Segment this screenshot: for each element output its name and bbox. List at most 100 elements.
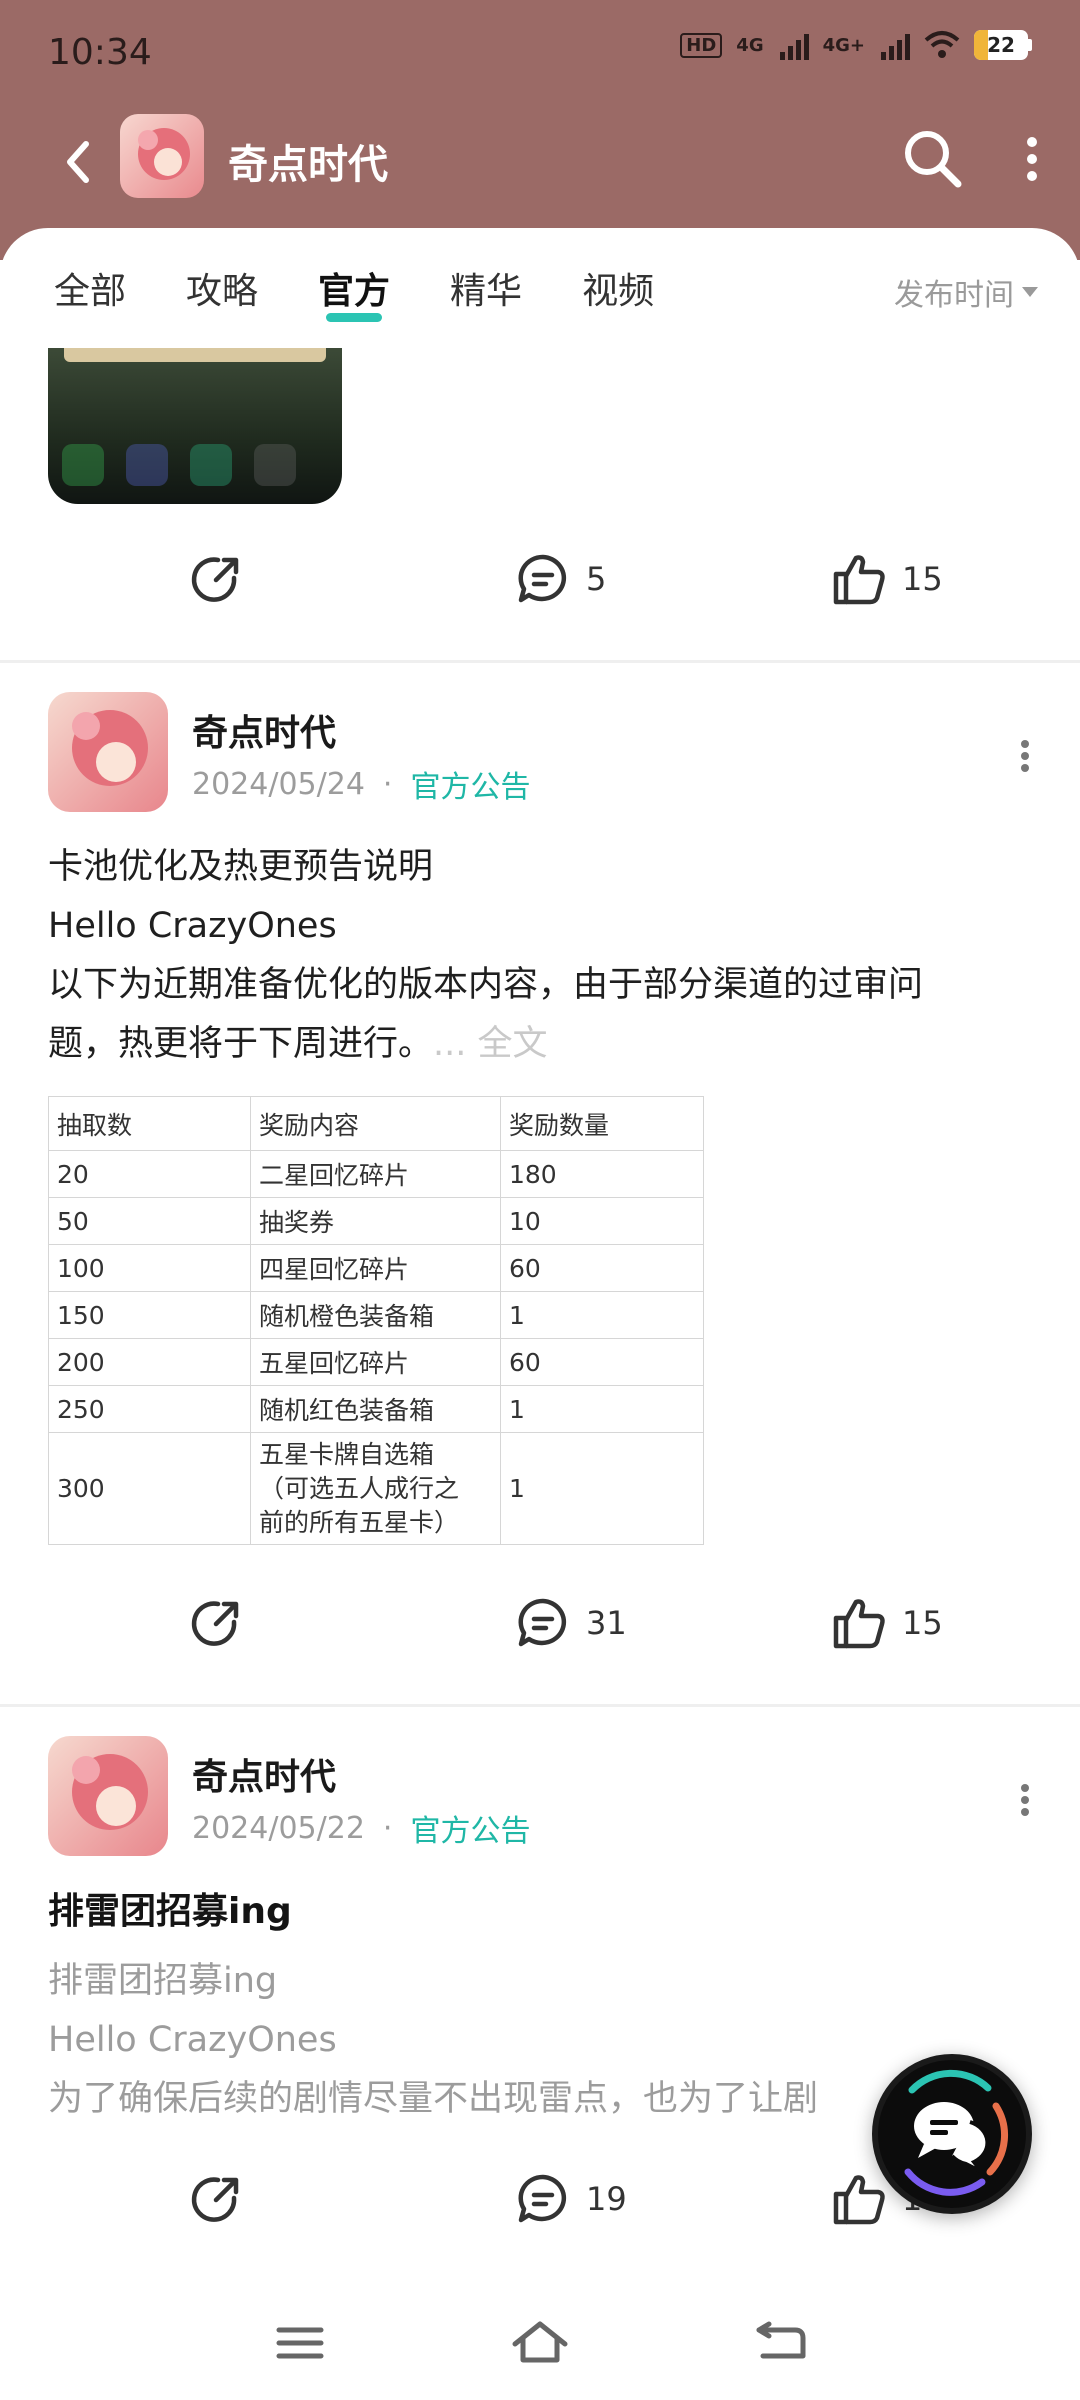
- system-navigation-bar: [0, 2288, 1080, 2400]
- post-line-text: 题，热更将于下周进行。: [48, 1024, 434, 1064]
- status-time: 10:34: [48, 32, 152, 73]
- table-cell: 五星卡牌自选箱 （可选五人成行之 前的所有五星卡）: [250, 1432, 501, 1545]
- share-button[interactable]: [188, 1594, 246, 1652]
- floating-chat-button[interactable]: [872, 2054, 1032, 2214]
- tab-bar: 全部 攻略 官方 精华 视频 发布时间: [0, 228, 1080, 348]
- post-date: 2024/05/22: [192, 1810, 365, 1846]
- post-meta: 2024/05/24 · 官方公告: [192, 762, 530, 806]
- back-icon[interactable]: [745, 2308, 815, 2378]
- more-vertical-icon[interactable]: [1018, 736, 1032, 776]
- table-row: 100 四星回忆碎片 60: [48, 1244, 704, 1292]
- signal-icon-1: [779, 30, 809, 60]
- table-row: 300 五星卡牌自选箱 （可选五人成行之 前的所有五星卡） 1: [48, 1432, 704, 1545]
- post-line: 卡池优化及热更预告说明: [48, 847, 434, 887]
- chat-bubble-icon: [904, 2069, 1009, 2196]
- signal-icon-2: [881, 30, 910, 60]
- tab-all[interactable]: 全部: [54, 262, 126, 314]
- table-cell: 五星回忆碎片: [250, 1338, 501, 1386]
- home-icon[interactable]: [505, 2308, 575, 2378]
- post-title: 排雷团招募ing: [48, 1891, 292, 1932]
- tabs-list: 全部 攻略 官方 精华 视频: [54, 262, 714, 322]
- comment-button[interactable]: 5: [514, 550, 606, 608]
- post-actions: 5 15: [0, 550, 1080, 620]
- meta-separator: ·: [382, 766, 393, 802]
- comment-icon: [518, 554, 567, 603]
- like-button[interactable]: 15: [830, 1594, 943, 1652]
- like-button[interactable]: 15: [830, 550, 943, 608]
- author-name[interactable]: 奇点时代: [192, 704, 336, 756]
- post-line: 排雷团招募ing: [48, 1961, 278, 2001]
- table-row: 250 随机红色装备箱 1: [48, 1385, 704, 1433]
- table-cell: 300: [48, 1432, 251, 1545]
- post-feed[interactable]: 5 15 奇点时代 2024/05/24 · 官方公告 卡池优化及热更预告说明 …: [0, 348, 1080, 2288]
- app-header-background: 10:34 HD 4G 4G+ 22 奇点时代: [0, 0, 1080, 260]
- table-cell: 1: [500, 1432, 704, 1545]
- table-cell: 250: [48, 1385, 251, 1433]
- page-title: 奇点时代: [228, 142, 388, 188]
- table-cell: 60: [500, 1244, 704, 1292]
- table-cell: 180: [500, 1150, 704, 1198]
- avatar[interactable]: [48, 692, 168, 812]
- table-header-row: 抽取数 奖励内容 奖励数量: [48, 1096, 704, 1151]
- share-button[interactable]: [188, 550, 246, 608]
- table-header: 抽取数: [48, 1096, 251, 1151]
- comment-icon: [518, 1598, 567, 1647]
- tab-featured[interactable]: 精华: [450, 262, 522, 314]
- post-image-thumbnail[interactable]: [48, 348, 342, 504]
- thumbs-up-icon: [833, 1599, 885, 1649]
- sort-label: 发布时间: [894, 278, 1014, 313]
- post-body[interactable]: 卡池优化及热更预告说明 Hello CrazyOnes 以下为近期准备优化的版本…: [48, 838, 1038, 1074]
- hd-voice-icon: HD: [680, 32, 723, 58]
- sort-dropdown[interactable]: 发布时间: [894, 270, 1038, 314]
- table-cell: 二星回忆碎片: [250, 1150, 501, 1198]
- read-more-link[interactable]: ... 全文: [433, 1024, 548, 1064]
- share-icon: [191, 2177, 239, 2222]
- battery-icon: 22: [974, 30, 1032, 60]
- game-icon[interactable]: [120, 114, 204, 198]
- table-cell: 四星回忆碎片: [250, 1244, 501, 1292]
- menu-icon[interactable]: [265, 2308, 335, 2378]
- top-app-bar: 奇点时代: [0, 110, 1080, 230]
- more-vertical-icon[interactable]: [1022, 134, 1042, 184]
- tab-video[interactable]: 视频: [582, 262, 654, 314]
- tab-official[interactable]: 官方: [318, 262, 390, 322]
- comment-count: 19: [586, 2180, 627, 2218]
- post-body[interactable]: 排雷团招募ing: [48, 1882, 1038, 1941]
- post-line: Hello CrazyOnes: [48, 906, 337, 946]
- table-cell: 10: [500, 1197, 704, 1245]
- status-icons: HD 4G 4G+ 22: [680, 30, 1032, 60]
- post-line-last: 题，热更将于下周进行。... 全文: [48, 1015, 1038, 1074]
- wifi-icon: [924, 31, 960, 58]
- reward-table-image[interactable]: 抽取数 奖励内容 奖励数量 20 二星回忆碎片 180 50 抽奖券 10 100 四星回…: [48, 1096, 704, 1545]
- tab-guides[interactable]: 攻略: [186, 262, 258, 314]
- table-cell: 随机橙色装备箱: [250, 1291, 501, 1339]
- author-name[interactable]: 奇点时代: [192, 1748, 336, 1800]
- network-type-1: 4G: [736, 34, 764, 56]
- comment-button[interactable]: 31: [514, 1594, 627, 1652]
- meta-separator: ·: [382, 1810, 393, 1846]
- search-icon[interactable]: [898, 124, 968, 194]
- category-tag[interactable]: 官方公告: [410, 1806, 530, 1850]
- thumbs-up-icon: [833, 555, 885, 605]
- like-count: 15: [902, 560, 943, 598]
- divider: [0, 1704, 1080, 1707]
- comment-icon: [518, 2174, 567, 2223]
- back-arrow-icon[interactable]: [50, 132, 110, 192]
- table-header: 奖励内容: [250, 1096, 501, 1151]
- more-vertical-icon[interactable]: [1018, 1780, 1032, 1820]
- share-button[interactable]: [188, 2170, 246, 2228]
- table-cell: 150: [48, 1291, 251, 1339]
- comment-button[interactable]: 19: [514, 2170, 627, 2228]
- post-date: 2024/05/24: [192, 766, 365, 802]
- table-cell: 100: [48, 1244, 251, 1292]
- avatar[interactable]: [48, 1736, 168, 1856]
- status-bar: 10:34 HD 4G 4G+ 22: [0, 0, 1080, 110]
- like-count: 15: [902, 1604, 943, 1642]
- table-row: 150 随机橙色装备箱 1: [48, 1291, 704, 1339]
- table-row: 200 五星回忆碎片 60: [48, 1338, 704, 1386]
- table-cell: 随机红色装备箱: [250, 1385, 501, 1433]
- share-icon: [191, 1601, 239, 1646]
- table-header: 奖励数量: [500, 1096, 704, 1151]
- category-tag[interactable]: 官方公告: [410, 762, 530, 806]
- table-cell: 1: [500, 1291, 704, 1339]
